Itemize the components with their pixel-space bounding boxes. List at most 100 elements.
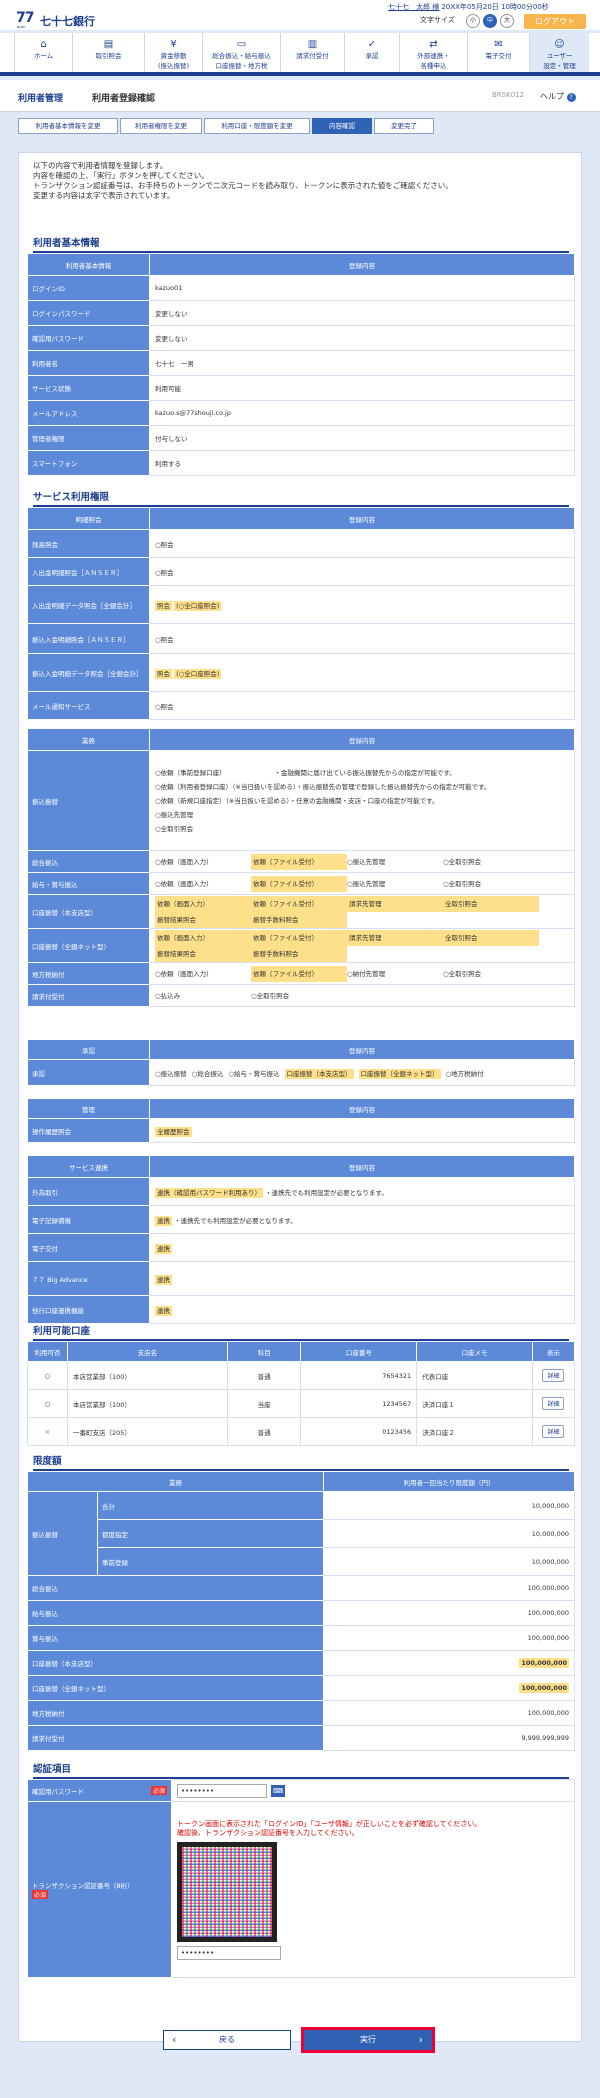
limit-label: 請求付受付: [27, 1725, 324, 1751]
biz-option: 依頼（画面入力）: [155, 929, 251, 946]
biz-furikomi-value: ○依頼（事前登録口座） ・金融機関に届け出ている振込振替先からの指定が可能です。…: [149, 750, 575, 851]
inquiry-table: 明細照会 登録内容 残高照会 ○照会 入出金明細照会［ＡＮＳＥＲ］ ○照会 入出金明細データ…: [27, 507, 575, 720]
limit-label: 地方税納付: [27, 1700, 324, 1726]
inquiry-label: メール通知サービス: [27, 691, 150, 720]
software-keyboard-icon[interactable]: ⌨: [271, 1784, 285, 1797]
limit-row: 総合振込 100,000,000: [27, 1575, 576, 1601]
limit-row: 振込振替 合計 10,000,000: [27, 1491, 576, 1576]
gnav-label: 請求付受付: [296, 52, 329, 60]
biz-option: 請求先管理: [347, 895, 443, 912]
biz-head-1: 登録内容: [149, 728, 575, 751]
link-row: ７７ Big Advance 連携: [27, 1261, 575, 1296]
accounts-head-1: 支店名: [66, 1341, 228, 1362]
txn-number-input[interactable]: ••••••••: [177, 1945, 281, 1960]
manage-label: 操作履歴照会: [27, 1118, 150, 1143]
limit-row: 給与振込 100,000,000: [27, 1600, 576, 1626]
approve-option: ○振込振替: [155, 1069, 187, 1078]
help-label: ヘルプ: [540, 92, 564, 101]
inquiry-option: ○照会: [155, 702, 174, 711]
approve-option: ○総合振込: [191, 1069, 224, 1078]
biz-option: ○全取引照会: [443, 969, 482, 978]
intro-line-4: 変更する内容は太字で表示されています。: [33, 191, 175, 200]
detail-button[interactable]: 詳細: [542, 1397, 565, 1410]
txn-number-label-text: トランザクション認証番号（8桁）: [32, 1882, 134, 1890]
gnav-item-2[interactable]: ¥ 資金移動 (振込振替): [144, 33, 202, 72]
gnav-item-3[interactable]: ▭ 総合振込・給与振込 口座振替・地方税: [202, 33, 280, 72]
required-badge-2: 必須: [32, 1890, 49, 1899]
gnav-label: 承認: [365, 52, 379, 60]
limit-row: 口座振替（本支店型） 100,000,000: [27, 1650, 576, 1676]
table-row: ○ 本店営業部（100） 普通 7654321 代表口座 詳細: [27, 1361, 576, 1390]
bank-logo[interactable]: 77: [16, 10, 35, 26]
gnav-item-0[interactable]: ⌂ ホーム: [14, 33, 72, 72]
font-mid-button[interactable]: 中: [483, 14, 497, 28]
page-title: 利用者登録確認: [92, 94, 156, 104]
limit-value: 100,000,000: [527, 1584, 569, 1592]
limits-head-0: 業務: [27, 1471, 324, 1492]
back-button[interactable]: 戻る: [163, 2030, 291, 2050]
link-row: 他行口座連携機能 連携: [27, 1295, 575, 1324]
gnav-item-5[interactable]: ✓ 承認: [344, 33, 399, 72]
basic-label: 管理者権限: [27, 425, 150, 451]
basic-value: 付与しない: [149, 425, 575, 451]
biz-option: ○払込み: [155, 991, 181, 1000]
gnav-item-1[interactable]: ▤ 取引照会: [72, 33, 144, 72]
logout-button[interactable]: ログアウト: [524, 14, 586, 29]
limit-value: 10,000,000: [322, 1491, 576, 1520]
inquiry-value: ○照会: [149, 623, 575, 654]
limit-row: 地方税納付 100,000,000: [27, 1700, 576, 1726]
biz-option: ○納付先管理: [347, 969, 386, 978]
footer: [0, 2060, 600, 2098]
user-info: 七十七 太郎 様 20XX年05月20日 10時00分00秒: [388, 2, 549, 12]
step-0: 利用者基本情報を変更: [18, 118, 118, 134]
gnav-item-6[interactable]: ⇄ 外部連携・ 各種申込: [399, 33, 467, 72]
intro-text: 以下の内容で利用者情報を登録します。 内容を確認の上、「実行」ボタンを押してくだ…: [33, 161, 453, 201]
gnav-item-7[interactable]: ✉ 電子交付: [467, 33, 529, 72]
link-table: サービス連携 登録内容 外為取引 連携（確認用パスワード利用あり） ・連携先でも利用設…: [27, 1155, 575, 1324]
basic-value: 変更しない: [149, 300, 575, 326]
manage-table: 管理 登録内容 操作履歴照会 全履歴照会: [27, 1098, 575, 1143]
auth-table: 確認用パスワード 必須 •••••••• ⌨ トランザクション認証番号（8桁） 必須 …: [27, 1779, 575, 1978]
limit-value: 100,000,000: [519, 1683, 569, 1693]
biz-option: ○全取引照会: [443, 879, 482, 888]
detail-button[interactable]: 詳細: [542, 1425, 565, 1438]
table-row: × 一番町支店（205） 普通 0123456 決済口座２ 詳細: [27, 1417, 576, 1446]
step-1: 利用者権限を変更: [120, 118, 202, 134]
biz-row: 地方税納付 ○依頼（画面入力） 依頼（ファイル受付） ○納付先管理 ○全取引照会: [27, 962, 575, 985]
limit-row: 賞与振込 100,000,000: [27, 1625, 576, 1651]
inquiry-checked: 照会: [155, 600, 172, 611]
inquiry-head-1: 登録内容: [149, 507, 575, 530]
document-icon: ▤: [103, 39, 114, 50]
confirm-password-cell: •••••••• ⌨: [171, 1779, 575, 1802]
gnav-item-4[interactable]: ▥ 請求付受付: [280, 33, 344, 72]
title-bar: 利用者管理 利用者登録確認 BRSK012 ヘルプ ?: [0, 80, 600, 112]
confirm-password-label-text: 確認用パスワード: [32, 1787, 84, 1796]
detail-button[interactable]: 詳細: [542, 1369, 565, 1382]
font-large-button[interactable]: 大: [500, 14, 514, 28]
furikomi-option: ○振込先管理: [155, 810, 194, 819]
account-availability: ○: [27, 1361, 68, 1390]
account-number: 0123456: [300, 1417, 418, 1446]
limit-value-cell: 100,000,000: [322, 1625, 576, 1651]
inquiry-value: ○照会: [149, 691, 575, 720]
inquiry-label: 入出金明細照会［ＡＮＳＥＲ］: [27, 557, 150, 586]
execute-button[interactable]: 実行: [301, 2027, 435, 2053]
limit-value: 100,000,000: [519, 1658, 569, 1668]
help-link[interactable]: ヘルプ ?: [540, 91, 576, 102]
limit-value: 100,000,000: [527, 1634, 569, 1642]
font-small-button[interactable]: 小: [466, 14, 480, 28]
user-name[interactable]: 七十七 太郎 様: [388, 3, 439, 11]
help-icon: ?: [566, 93, 576, 102]
home-icon: ⌂: [40, 39, 47, 50]
limits-table: 業務 利用者一回当たり限度額（円） 振込振替 合計 10,000,000 都度指定 10,0…: [27, 1471, 576, 1751]
confirm-password-input[interactable]: ••••••••: [177, 1783, 267, 1798]
gnav-item-8[interactable]: ☺ ユーザー 設定・管理: [529, 33, 589, 72]
biz-label: 請求付受付: [27, 984, 150, 1007]
approve-option: ○給与・賞与振込: [228, 1069, 280, 1078]
inquiry-head-0: 明細照会: [27, 507, 150, 530]
biz-option: ○全取引照会: [251, 991, 290, 1000]
biz-label: 口座振替（全銀ネット型）: [27, 928, 150, 963]
biz-row: 請求付受付 ○払込み ○全取引照会: [27, 984, 575, 1007]
account-branch: 一番町支店（205）: [66, 1417, 228, 1446]
basic-row: サービス状態 利用可能: [27, 375, 575, 401]
